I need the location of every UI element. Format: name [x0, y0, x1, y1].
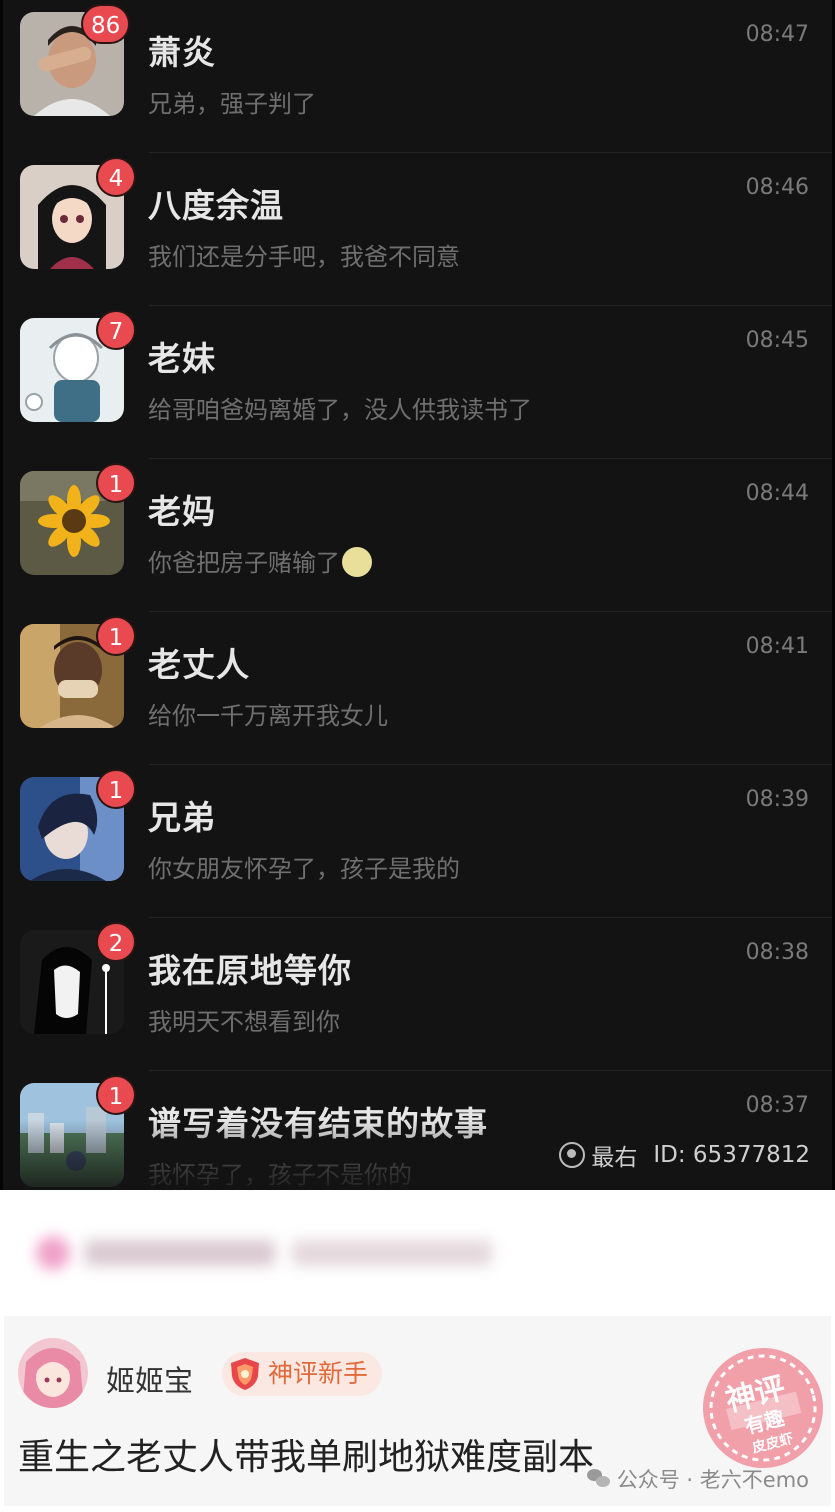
nauseated-emoji-icon — [342, 547, 372, 577]
shield-medal-icon — [231, 1358, 259, 1390]
chat-row[interactable]: 1 老丈人 给你一千万离开我女儿 08:41 — [6, 612, 832, 765]
chat-row[interactable]: 1 兄弟 你女朋友怀孕了，孩子是我的 08:39 — [6, 765, 832, 918]
blurred-icon — [36, 1236, 70, 1270]
chat-preview: 我们还是分手吧，我爸不同意 — [148, 243, 460, 271]
source-text: 公众号 · 老六不emo — [616, 1468, 809, 1492]
unread-badge: 86 — [81, 4, 131, 44]
chat-row[interactable]: 86 萧炎 兄弟，强子判了 08:47 — [6, 0, 832, 153]
avatar[interactable] — [18, 1338, 88, 1408]
chat-time: 08:38 — [745, 940, 809, 965]
unread-badge: 1 — [96, 1075, 136, 1115]
unread-badge: 4 — [96, 157, 136, 197]
comment-text: 重生之老丈人带我单刷地狱难度副本 — [18, 1437, 595, 1478]
chat-time: 08:37 — [745, 1093, 809, 1118]
wechat-source-watermark: 公众号 · 老六不emo — [586, 1464, 809, 1494]
chat-preview-text: 你爸把房子赌输了 — [148, 549, 340, 577]
username[interactable]: 姬姬宝 — [106, 1358, 193, 1400]
chat-preview: 你爸把房子赌输了 — [148, 543, 372, 579]
blurred-text — [85, 1240, 275, 1266]
chat-preview: 你女朋友怀孕了，孩子是我的 — [148, 855, 460, 883]
watermark-id: ID: 65377812 — [653, 1142, 810, 1168]
unread-badge: 2 — [96, 922, 136, 962]
chat-row[interactable]: 7 老妹 给哥咱爸妈离婚了，没人供我读书了 08:45 — [6, 306, 832, 459]
zuiyou-logo-icon — [559, 1142, 586, 1168]
wechat-icon — [586, 1469, 611, 1489]
honor-label: 神评新手 — [268, 1359, 369, 1388]
chat-time: 08:39 — [745, 787, 809, 812]
chat-time: 08:45 — [745, 328, 809, 353]
blurred-text — [292, 1240, 492, 1266]
chat-preview: 给你一千万离开我女儿 — [148, 702, 388, 730]
god-comment-stamp: 神评 有趣 皮皮虾 — [685, 1330, 835, 1485]
unread-badge: 7 — [96, 310, 136, 350]
chat-name: 萧炎 — [148, 33, 216, 72]
chat-time: 08:44 — [745, 481, 809, 506]
chat-row[interactable]: 4 八度余温 我们还是分手吧，我爸不同意 08:46 — [6, 153, 832, 306]
chat-name: 老丈人 — [148, 645, 250, 684]
chat-name: 老妈 — [148, 492, 216, 531]
chat-time: 08:47 — [745, 22, 809, 47]
chat-name: 老妹 — [148, 339, 216, 378]
chat-row[interactable]: 2 我在原地等你 我明天不想看到你 08:38 — [6, 918, 832, 1071]
chat-list-screenshot: 86 萧炎 兄弟，强子判了 08:47 4 八度余温 我们还是分手吧，我爸不同意… — [0, 0, 835, 1190]
unread-badge: 1 — [96, 463, 136, 503]
chat-name: 八度余温 — [148, 186, 284, 225]
zuiyou-watermark: 最右 ID: 65377812 — [559, 1138, 810, 1172]
chat-name: 谱写着没有结束的故事 — [148, 1104, 488, 1143]
chat-name: 兄弟 — [148, 798, 216, 837]
chat-preview: 我怀孕了，孩子不是你的 — [148, 1161, 412, 1189]
chat-preview: 给哥咱爸妈离婚了，没人供我读书了 — [148, 396, 532, 424]
chat-preview: 兄弟，强子判了 — [148, 90, 316, 118]
chat-name: 我在原地等你 — [148, 951, 352, 990]
chat-row[interactable]: 1 老妈 你爸把房子赌输了 08:44 — [6, 459, 832, 612]
chat-time: 08:46 — [745, 175, 809, 200]
unread-badge: 1 — [96, 769, 136, 809]
chat-preview: 我明天不想看到你 — [148, 1008, 340, 1036]
chat-row[interactable]: 1 谱写着没有结束的故事 我怀孕了，孩子不是你的 08:37 — [6, 1071, 832, 1190]
blurred-topic-strip — [30, 1222, 510, 1282]
unread-badge: 1 — [96, 616, 136, 656]
chat-time: 08:41 — [745, 634, 809, 659]
watermark-app: 最右 — [591, 1145, 638, 1171]
honor-badge: 神评新手 — [222, 1352, 383, 1396]
